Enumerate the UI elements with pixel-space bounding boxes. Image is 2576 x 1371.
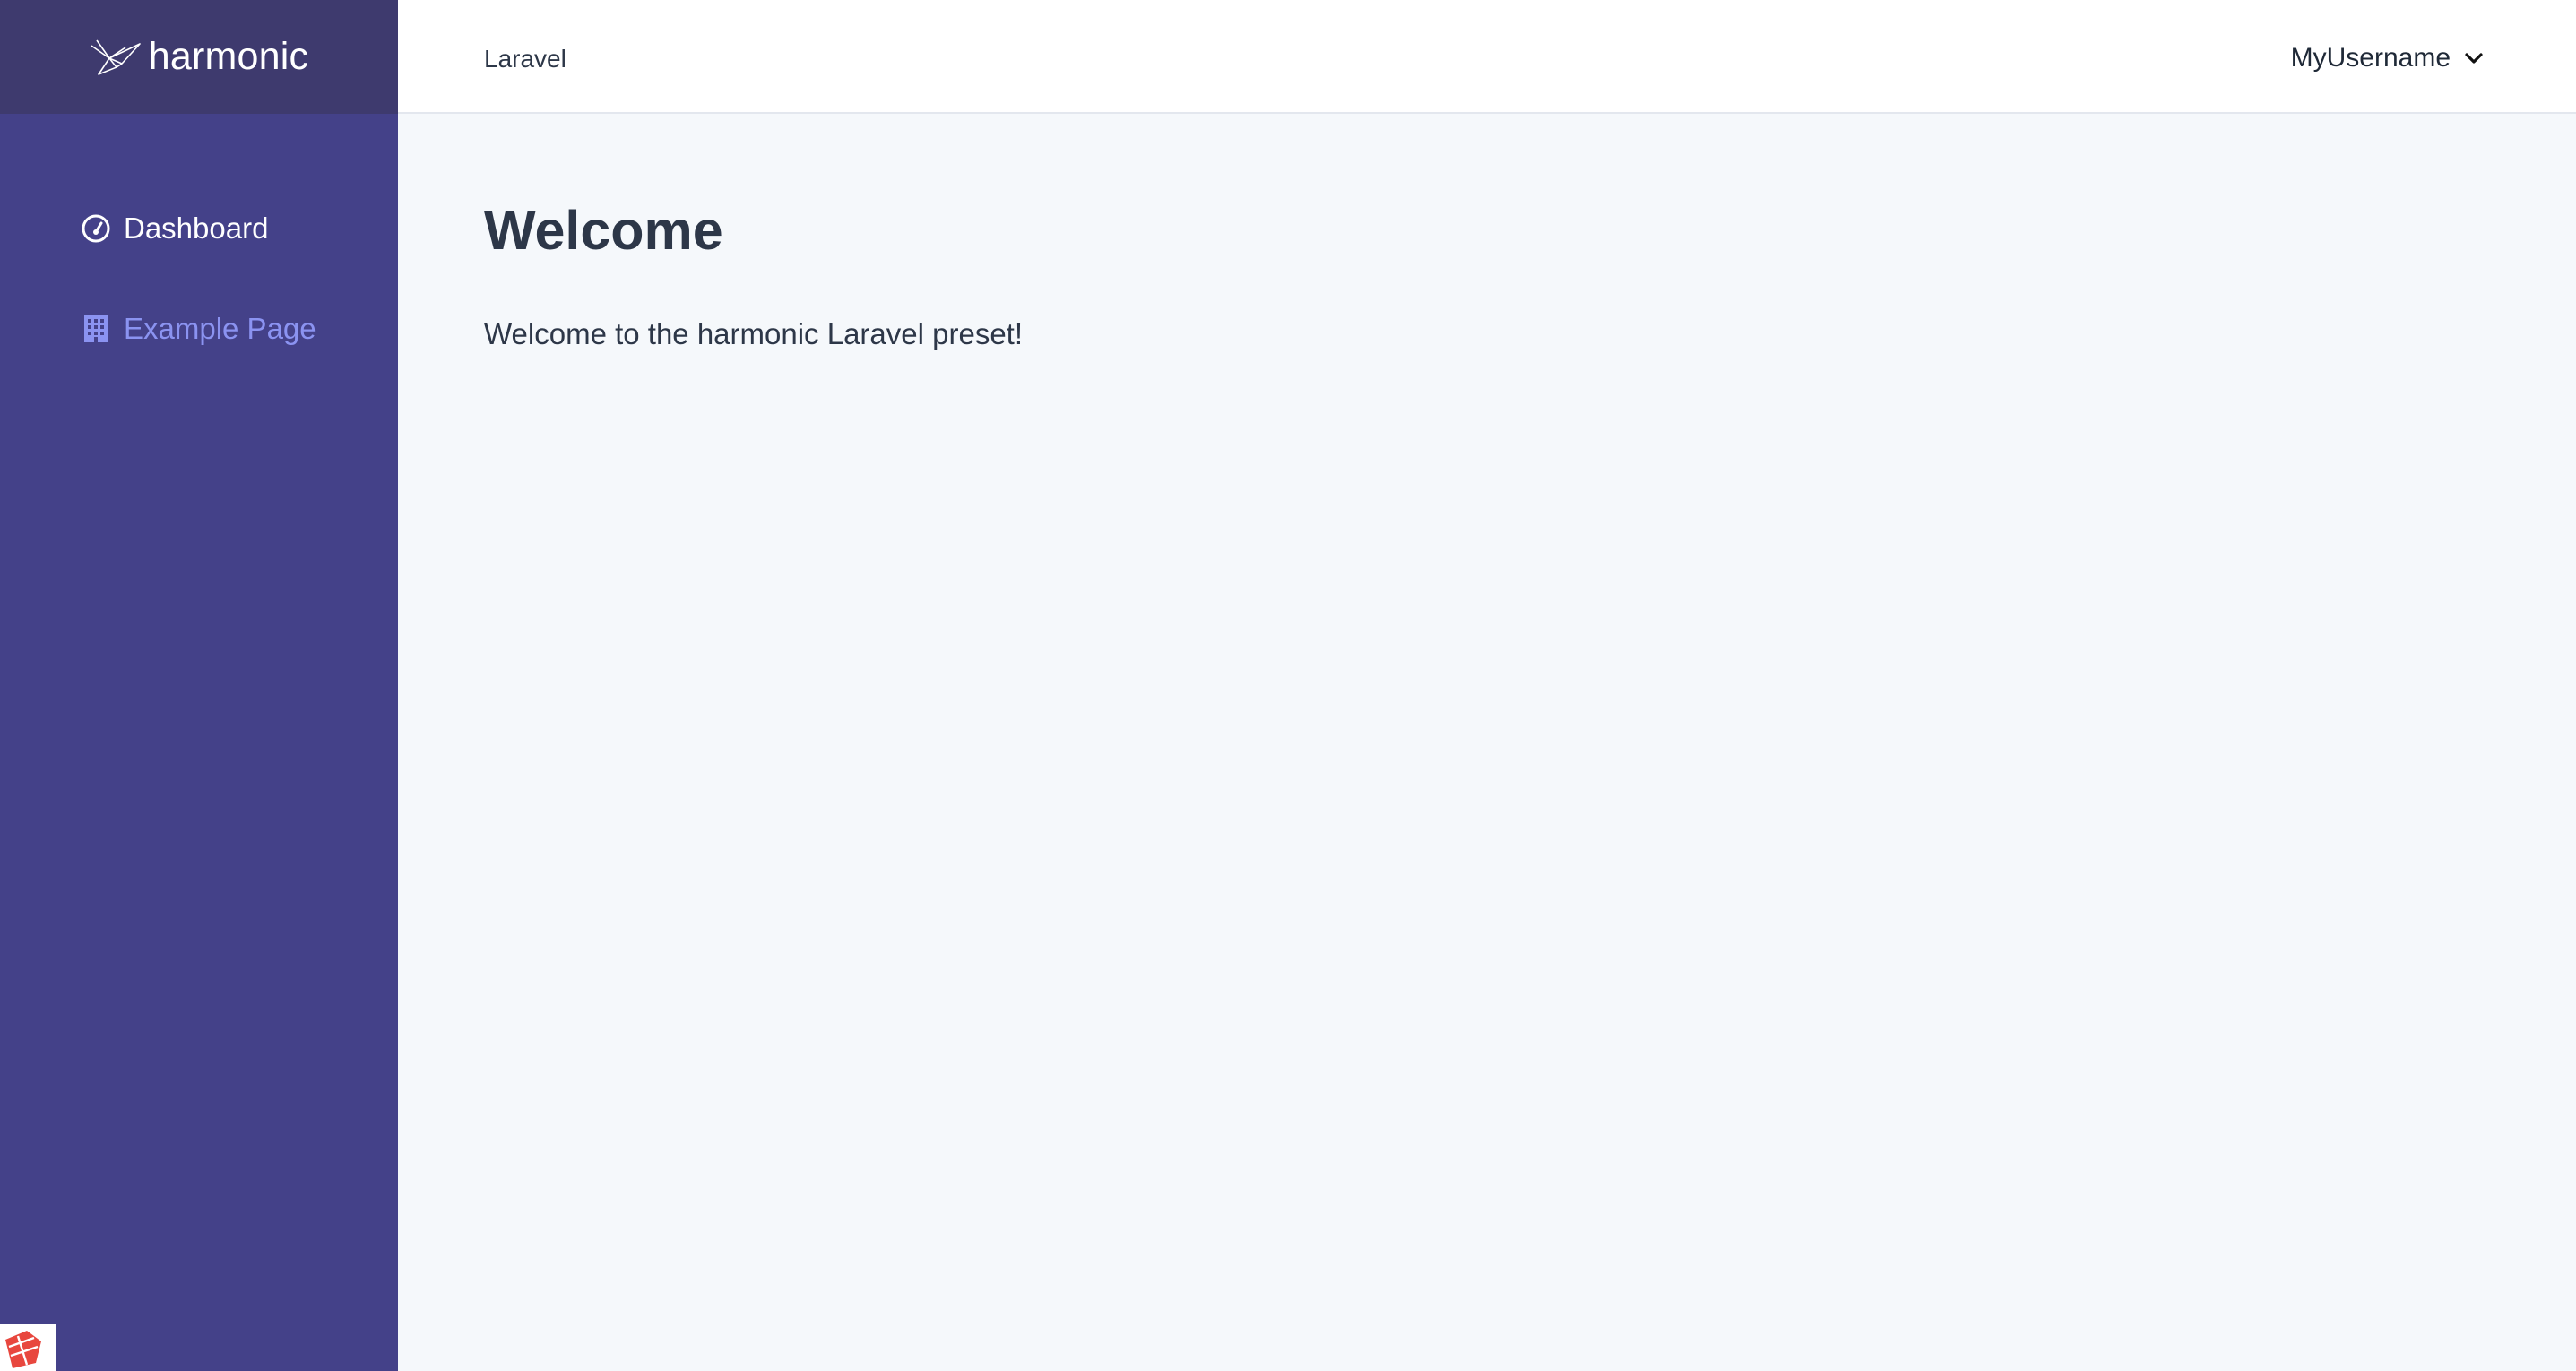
top-bar: Laravel MyUsername [398,0,2576,114]
user-menu-dropdown[interactable]: MyUsername [2291,43,2486,73]
building-icon [84,315,108,342]
main-content: Welcome Welcome to the harmonic Laravel … [398,116,2576,1371]
sidebar-item-label: Dashboard [124,211,269,245]
speedometer-icon [82,214,110,243]
brand-bar[interactable]: harmonic [0,0,398,114]
sidebar-item-label: Example Page [124,312,316,345]
sidebar-item-dashboard[interactable]: Dashboard [0,203,398,254]
user-name: MyUsername [2290,43,2451,73]
laravel-logo-icon [5,1331,41,1368]
brand[interactable]: harmonic [90,35,308,79]
debugbar-toggle[interactable] [0,1324,56,1371]
brand-name: harmonic [148,35,309,78]
chevron-down-icon [2465,53,2483,64]
origami-bird-icon [91,39,141,75]
page-title: Welcome [484,200,723,261]
sidebar-item-example-page[interactable]: Example Page [0,304,398,354]
app-root: harmonic Dashboard Example Page Laravel … [0,0,2576,1371]
sidebar: harmonic Dashboard Example Page [0,0,398,1371]
welcome-text: Welcome to the harmonic Laravel preset! [484,317,1024,350]
sidebar-nav: Dashboard Example Page [0,203,398,404]
app-title[interactable]: Laravel [484,45,566,73]
